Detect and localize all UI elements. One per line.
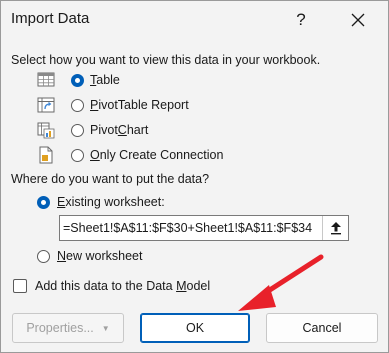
radio-connection[interactable]: [71, 149, 84, 162]
data-model-label[interactable]: Add this data to the Data Model: [35, 279, 210, 293]
cancel-button-label: Cancel: [302, 321, 342, 335]
data-model-checkbox[interactable]: [13, 279, 27, 293]
option-pivottable-label[interactable]: PivotTable Report: [90, 98, 189, 112]
help-icon: ?: [296, 10, 306, 29]
import-data-dialog: Import Data ? Select how you want to vie…: [0, 0, 389, 353]
collapse-dialog-button[interactable]: [322, 216, 349, 240]
pivottable-icon: [37, 97, 55, 113]
dialog-title: Import Data: [11, 10, 90, 27]
reference-input[interactable]: =Sheet1!$A$11:$F$30+Sheet1!$A$11:$F$34: [63, 221, 321, 235]
close-button[interactable]: [341, 5, 375, 35]
view-section-heading: Select how you want to view this data in…: [11, 53, 321, 67]
chevron-down-icon: ▼: [101, 323, 110, 333]
radio-pivottable[interactable]: [71, 99, 84, 112]
radio-table[interactable]: [71, 74, 84, 87]
title-bar: Import Data ?: [1, 1, 388, 39]
option-table-label[interactable]: Table: [90, 73, 120, 87]
pivotchart-icon: [37, 122, 55, 139]
annotation-arrow-icon: [238, 254, 324, 311]
properties-button-label: Properties...: [26, 321, 94, 335]
existing-worksheet-label[interactable]: Existing worksheet:: [57, 195, 165, 209]
new-worksheet-label[interactable]: New worksheet: [57, 249, 142, 263]
option-connection-label[interactable]: Only Create Connection: [90, 148, 223, 162]
help-button[interactable]: ?: [285, 5, 317, 35]
table-icon: [37, 72, 55, 87]
option-pivotchart-label[interactable]: PivotChart: [90, 123, 148, 137]
upload-arrow-icon: [331, 222, 341, 235]
reference-field[interactable]: =Sheet1!$A$11:$F$30+Sheet1!$A$11:$F$34: [59, 215, 349, 241]
radio-existing-worksheet[interactable]: [37, 196, 50, 209]
connection-icon: [39, 146, 53, 164]
ok-button-label: OK: [185, 321, 205, 335]
radio-new-worksheet[interactable]: [37, 250, 50, 263]
properties-button[interactable]: Properties... ▼: [12, 313, 124, 343]
close-icon: [351, 13, 365, 27]
location-section-heading: Where do you want to put the data?: [11, 172, 210, 186]
radio-pivotchart[interactable]: [71, 124, 84, 137]
